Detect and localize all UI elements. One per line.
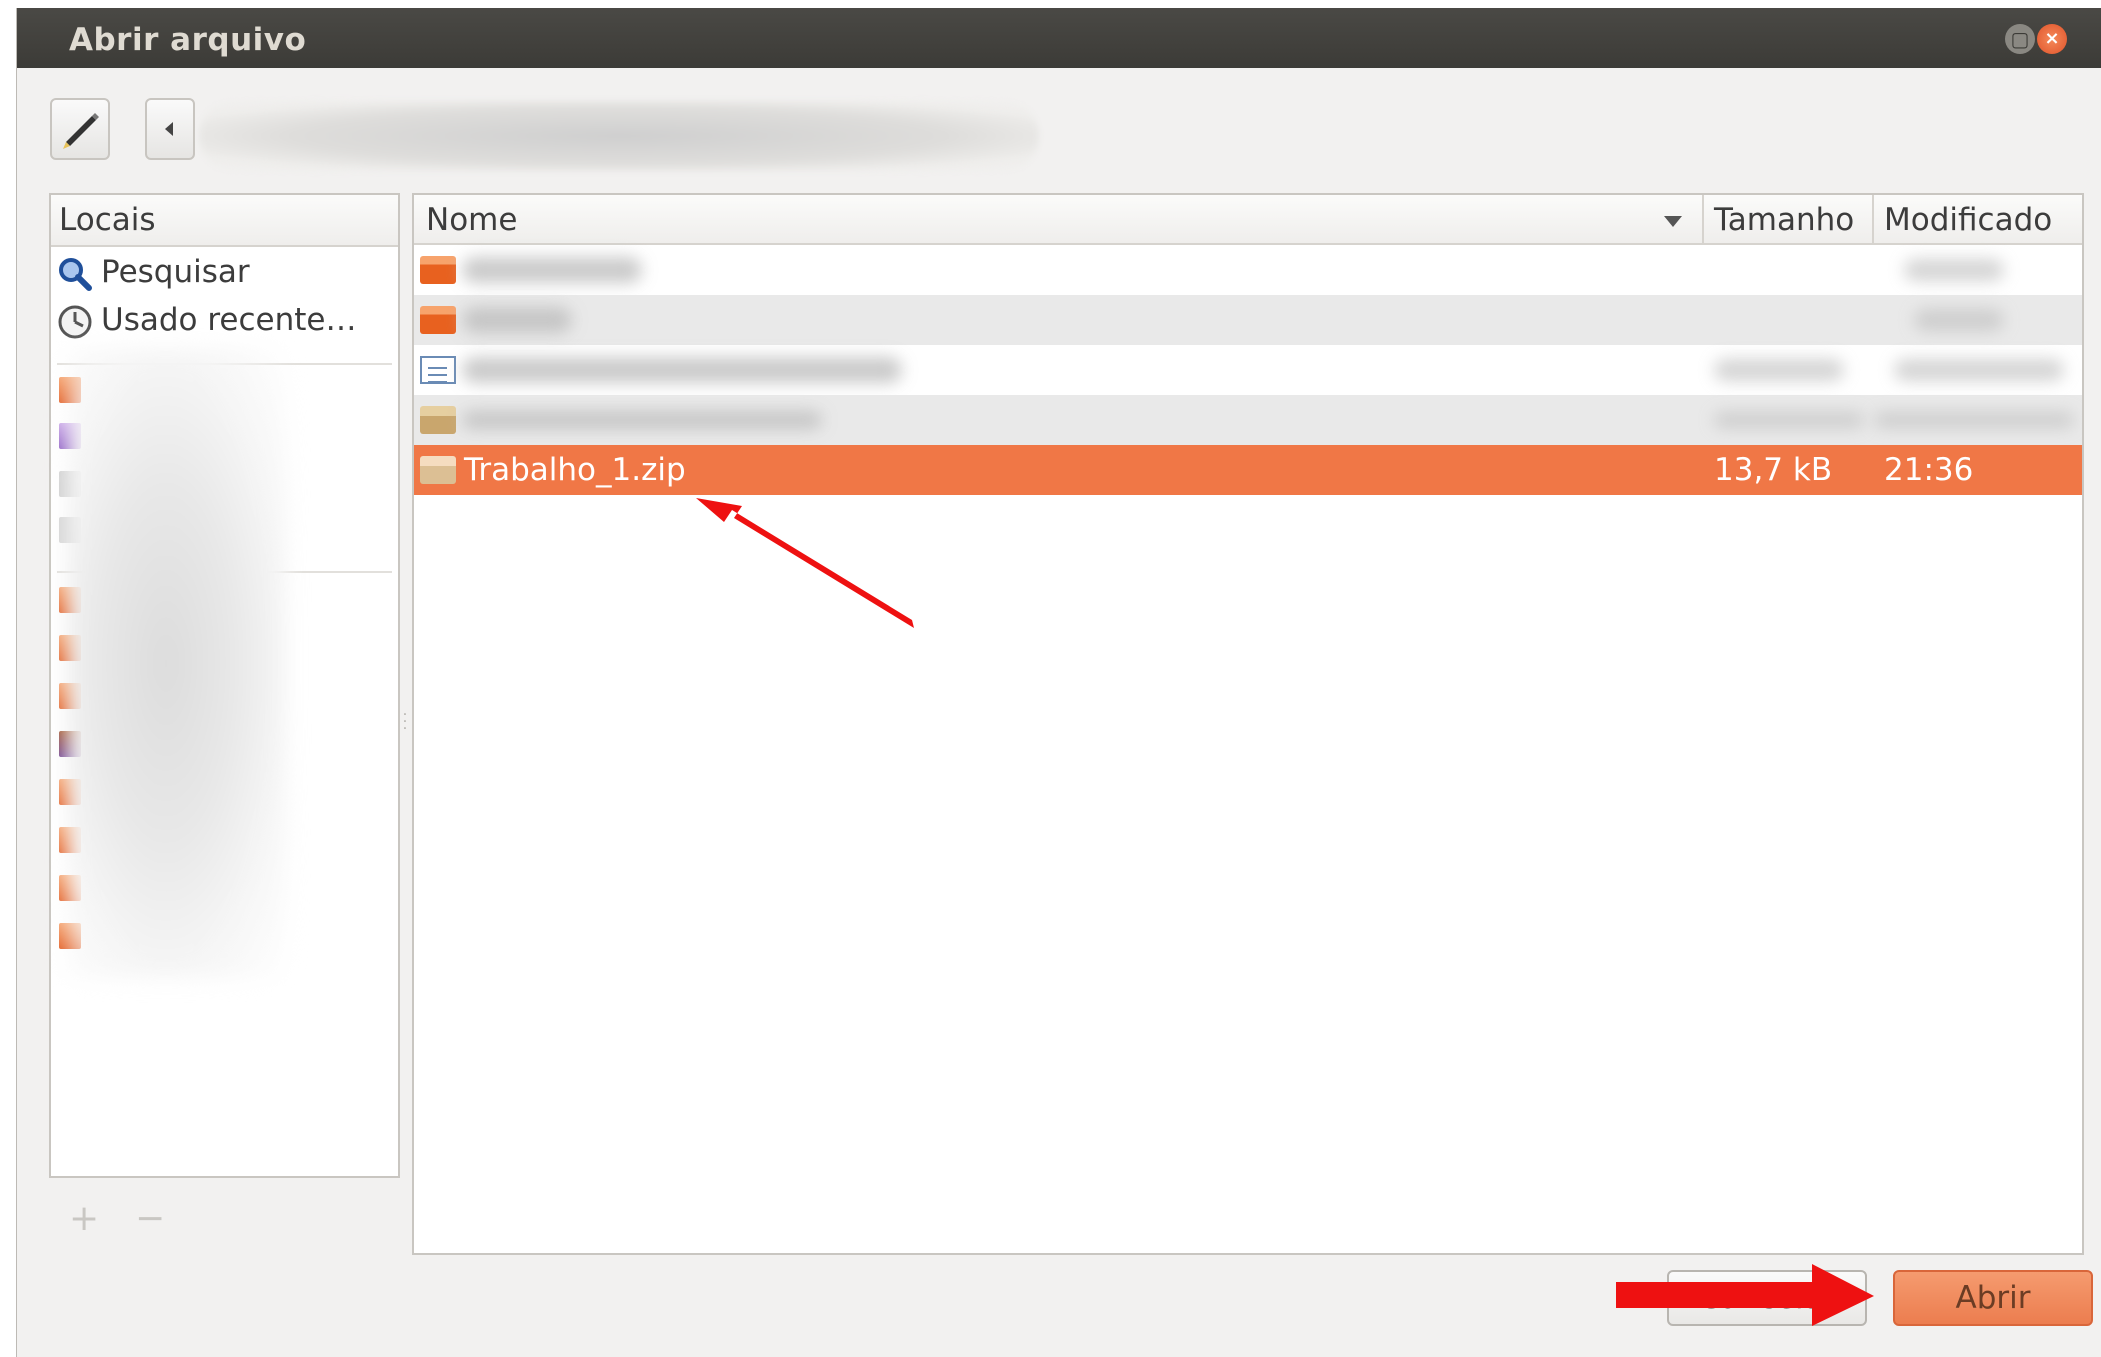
annotation-arrow-open bbox=[1616, 1264, 1874, 1326]
